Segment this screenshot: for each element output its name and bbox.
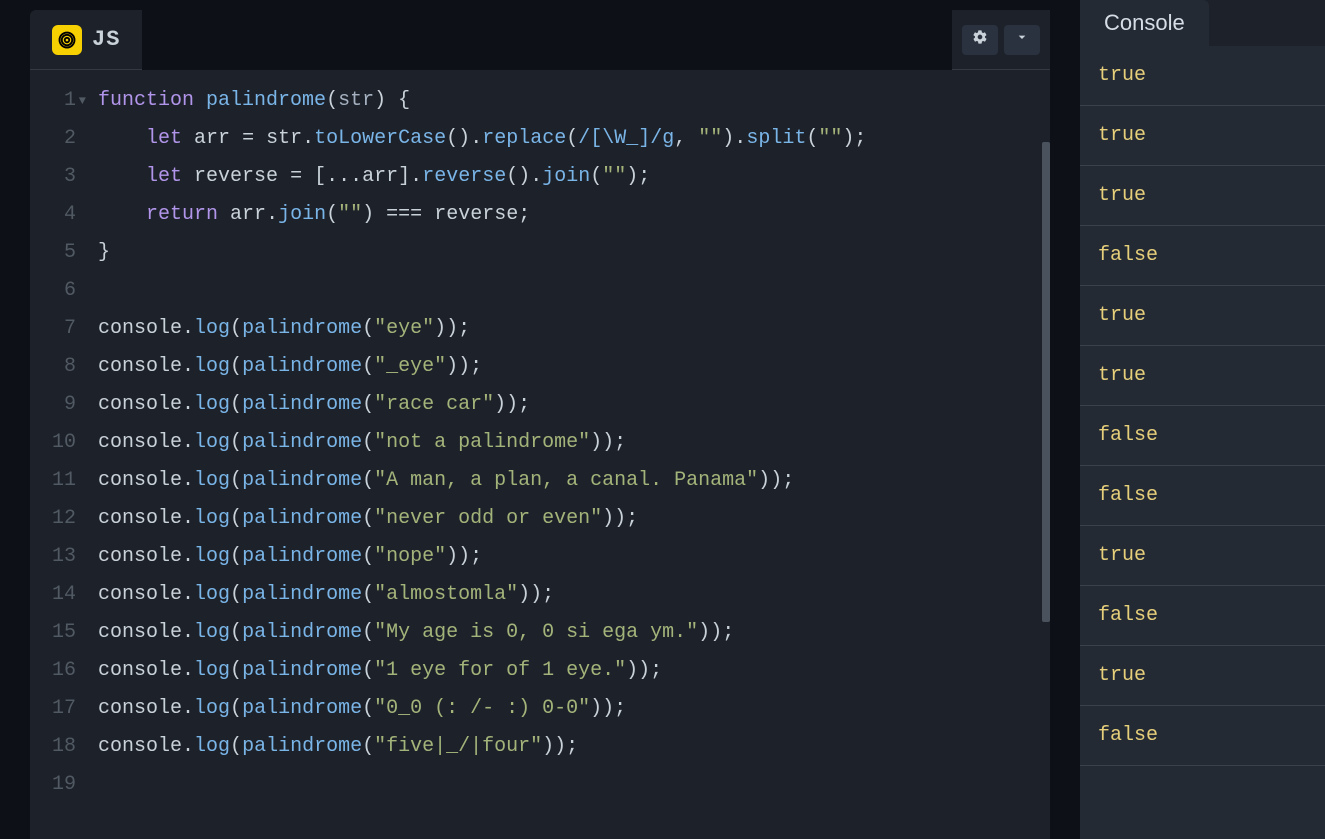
- code-line[interactable]: console.log(palindrome("nope"));: [98, 538, 1032, 576]
- pane-divider: [1050, 0, 1080, 839]
- code-line[interactable]: [98, 272, 1032, 310]
- code-line[interactable]: [98, 766, 1032, 804]
- line-number: 11: [30, 462, 76, 500]
- line-number: 1▼: [30, 82, 76, 120]
- line-number: 4: [30, 196, 76, 234]
- line-number: 7: [30, 310, 76, 348]
- code-line[interactable]: let reverse = [...arr].reverse().join(""…: [98, 158, 1032, 196]
- line-number: 13: [30, 538, 76, 576]
- console-title: Console: [1104, 10, 1185, 35]
- header-spacer: [142, 10, 952, 70]
- code-line[interactable]: console.log(palindrome("eye"));: [98, 310, 1032, 348]
- line-number: 6: [30, 272, 76, 310]
- line-number: 12: [30, 500, 76, 538]
- code-line[interactable]: function palindrome(str) {: [98, 82, 1032, 120]
- line-number: 14: [30, 576, 76, 614]
- console-log-row[interactable]: false: [1080, 466, 1325, 526]
- editor-settings-button[interactable]: [962, 25, 998, 55]
- line-number: 19: [30, 766, 76, 804]
- console-header-row: Console: [1080, 0, 1325, 46]
- scrollbar-thumb[interactable]: [1042, 142, 1050, 622]
- console-log-row[interactable]: true: [1080, 346, 1325, 406]
- code-content[interactable]: function palindrome(str) { let arr = str…: [88, 70, 1042, 839]
- left-gutter-margin: [0, 0, 30, 839]
- code-line[interactable]: console.log(palindrome("almostomla"));: [98, 576, 1032, 614]
- line-number: 3: [30, 158, 76, 196]
- code-line[interactable]: console.log(palindrome("0_0 (: /- :) 0-0…: [98, 690, 1032, 728]
- code-line[interactable]: return arr.join("") === reverse;: [98, 196, 1032, 234]
- code-line[interactable]: console.log(palindrome("A man, a plan, a…: [98, 462, 1032, 500]
- console-log-row[interactable]: true: [1080, 526, 1325, 586]
- line-number: 2: [30, 120, 76, 158]
- editor-header: JS: [30, 10, 1050, 70]
- editor-language-tab[interactable]: JS: [40, 17, 132, 63]
- line-number: 15: [30, 614, 76, 652]
- console-log-row[interactable]: true: [1080, 106, 1325, 166]
- code-line[interactable]: console.log(palindrome("_eye"));: [98, 348, 1032, 386]
- fold-indicator-icon[interactable]: ▼: [79, 82, 86, 120]
- line-number: 18: [30, 728, 76, 766]
- line-number-gutter: 1▼2345678910111213141516171819: [30, 70, 88, 839]
- js-logo-icon: [52, 25, 82, 55]
- console-output[interactable]: truetruetruefalsetruetruefalsefalsetruef…: [1080, 46, 1325, 839]
- console-log-row[interactable]: false: [1080, 406, 1325, 466]
- chevron-down-icon: [1014, 29, 1030, 50]
- line-number: 9: [30, 386, 76, 424]
- line-number: 5: [30, 234, 76, 272]
- editor-pane: JS 1▼2345678910111213141516171819 functi…: [30, 10, 1050, 839]
- console-log-row[interactable]: true: [1080, 646, 1325, 706]
- line-number: 16: [30, 652, 76, 690]
- line-number: 10: [30, 424, 76, 462]
- line-number: 17: [30, 690, 76, 728]
- console-tab[interactable]: Console: [1080, 0, 1209, 46]
- editor-header-actions: [962, 25, 1040, 55]
- console-log-row[interactable]: false: [1080, 586, 1325, 646]
- console-log-row[interactable]: false: [1080, 226, 1325, 286]
- code-line[interactable]: console.log(palindrome("My age is 0, 0 s…: [98, 614, 1032, 652]
- code-line[interactable]: console.log(palindrome("race car"));: [98, 386, 1032, 424]
- code-line[interactable]: console.log(palindrome("five|_/|four"));: [98, 728, 1032, 766]
- code-editor[interactable]: 1▼2345678910111213141516171819 function …: [30, 70, 1050, 839]
- code-line[interactable]: let arr = str.toLowerCase().replace(/[\W…: [98, 120, 1032, 158]
- editor-language-label: JS: [92, 27, 120, 52]
- console-log-row[interactable]: true: [1080, 46, 1325, 106]
- code-line[interactable]: console.log(palindrome("not a palindrome…: [98, 424, 1032, 462]
- console-pane: Console truetruetruefalsetruetruefalsefa…: [1080, 0, 1325, 839]
- console-log-row[interactable]: false: [1080, 706, 1325, 766]
- console-log-row[interactable]: true: [1080, 286, 1325, 346]
- code-line[interactable]: console.log(palindrome("never odd or eve…: [98, 500, 1032, 538]
- gear-icon: [972, 29, 988, 50]
- editor-scrollbar[interactable]: [1042, 70, 1050, 839]
- editor-expand-button[interactable]: [1004, 25, 1040, 55]
- console-log-row[interactable]: true: [1080, 166, 1325, 226]
- code-line[interactable]: }: [98, 234, 1032, 272]
- line-number: 8: [30, 348, 76, 386]
- code-line[interactable]: console.log(palindrome("1 eye for of 1 e…: [98, 652, 1032, 690]
